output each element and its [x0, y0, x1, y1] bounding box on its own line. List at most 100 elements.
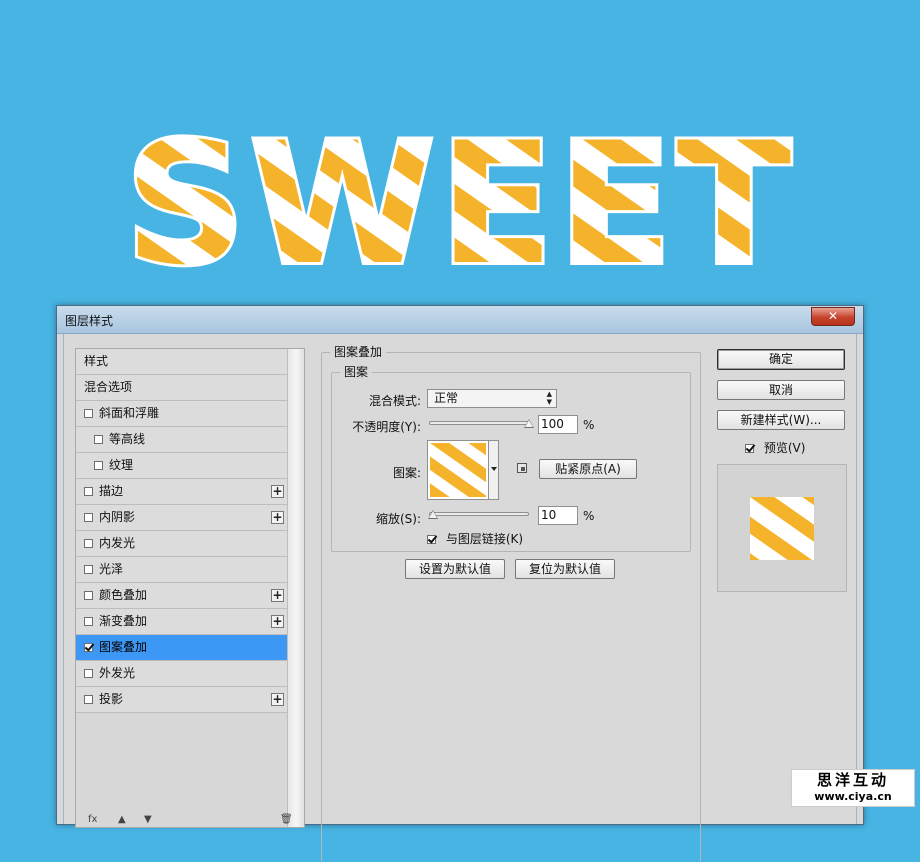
style-item-checkbox[interactable]	[84, 513, 93, 522]
preview-option[interactable]: 预览(V)	[745, 439, 805, 455]
opacity-slider-thumb[interactable]	[524, 419, 534, 428]
style-item-label: 光泽	[99, 562, 124, 576]
style-item[interactable]: 颜色叠加 +	[76, 583, 288, 609]
style-item[interactable]: 内阴影 +	[76, 505, 288, 531]
style-list-panel: 样式混合选项斜面和浮雕等高线纹理描边 + 内阴影 + 内发光光泽颜色叠加 + 渐变叠加 + 图案…	[75, 348, 305, 828]
scale-input[interactable]: 10	[538, 506, 578, 525]
reset-default-button[interactable]: 复位为默认值	[515, 559, 615, 579]
style-item-checkbox[interactable]	[84, 617, 93, 626]
arrow-down-icon[interactable]: ▼	[144, 814, 152, 825]
style-item-checkbox[interactable]	[84, 487, 93, 496]
select-arrows-icon: ▲ ▼	[546, 390, 552, 406]
set-default-button[interactable]: 设置为默认值	[405, 559, 505, 579]
site-watermark: 思洋互动 www.ciya.cn	[791, 769, 915, 807]
style-item[interactable]: 混合选项	[76, 375, 288, 401]
style-item[interactable]: 光泽	[76, 557, 288, 583]
style-item-checkbox[interactable]	[94, 461, 103, 470]
style-item-checkbox[interactable]	[84, 591, 93, 600]
close-button[interactable]: ✕	[811, 307, 855, 326]
preview-thumbnail	[750, 497, 814, 560]
style-list: 样式混合选项斜面和浮雕等高线纹理描边 + 内阴影 + 内发光光泽颜色叠加 + 渐变叠加 + 图案…	[76, 349, 288, 713]
preview-label: 预览(V)	[763, 441, 806, 455]
trash-icon[interactable]: 🗑	[280, 814, 293, 825]
style-item[interactable]: 内发光	[76, 531, 288, 557]
style-list-footer: fx ▲ ▼ 🗑	[84, 811, 293, 825]
style-item-label: 样式	[84, 354, 109, 368]
style-item-label: 投影	[99, 692, 124, 706]
style-item[interactable]: 等高线	[76, 427, 288, 453]
style-item-label: 等高线	[109, 432, 146, 446]
blend-mode-value: 正常	[434, 391, 459, 405]
scale-slider-track[interactable]	[429, 512, 529, 516]
style-list-scrollbar[interactable]	[287, 349, 304, 827]
style-preview	[717, 464, 847, 592]
style-item-label: 描边	[99, 484, 124, 498]
frame-edge	[856, 334, 857, 824]
style-item-label: 渐变叠加	[99, 614, 148, 628]
opacity-slider-track[interactable]	[429, 421, 529, 425]
scale-unit: %	[583, 509, 595, 523]
style-item[interactable]: 图案叠加	[76, 635, 288, 661]
style-item[interactable]: 纹理	[76, 453, 288, 479]
close-x-icon: ✕	[827, 309, 839, 323]
ok-button[interactable]: 确定	[717, 349, 845, 370]
style-item-label: 斜面和浮雕	[99, 406, 160, 420]
style-item[interactable]: 样式	[76, 349, 288, 375]
style-item-checkbox[interactable]	[84, 565, 93, 574]
fx-icon[interactable]: fx	[88, 814, 97, 825]
style-item-checkbox[interactable]	[84, 643, 93, 652]
opacity-input[interactable]: 100	[538, 415, 578, 434]
arrow-up-icon[interactable]: ▲	[118, 814, 126, 825]
watermark-url: www.ciya.cn	[814, 790, 892, 803]
link-with-layer-checkbox[interactable]	[427, 535, 436, 544]
style-item-label: 纹理	[109, 458, 134, 472]
opacity-unit: %	[583, 418, 595, 432]
add-effect-plus-icon[interactable]: +	[271, 615, 284, 628]
pattern-picker-dropdown[interactable]	[489, 440, 499, 500]
style-item-checkbox[interactable]	[84, 695, 93, 704]
preview-checkbox[interactable]	[745, 444, 754, 453]
style-item[interactable]: 斜面和浮雕	[76, 401, 288, 427]
title-bar[interactable]: 图层样式 ✕	[57, 306, 863, 334]
sweet-text: SWEET	[125, 106, 795, 300]
pattern-label: 图案:	[392, 466, 421, 480]
dialog-title: 图层样式	[65, 314, 114, 328]
scale-slider-thumb[interactable]	[428, 510, 438, 519]
style-item-label: 图案叠加	[99, 640, 148, 654]
style-item[interactable]: 描边 +	[76, 479, 288, 505]
style-item-label: 颜色叠加	[99, 588, 148, 602]
blend-mode-label: 混合模式:	[368, 394, 421, 408]
blend-mode-select[interactable]: 正常 ▲ ▼	[427, 389, 557, 408]
pattern-subgroup-title: 图案	[340, 365, 373, 379]
style-item-label: 内发光	[99, 536, 136, 550]
style-item[interactable]: 外发光	[76, 661, 288, 687]
stripe-pattern-thumbnail	[430, 443, 486, 497]
frame-edge	[63, 334, 64, 824]
add-effect-plus-icon[interactable]: +	[271, 589, 284, 602]
style-item-label: 外发光	[99, 666, 136, 680]
style-item-label: 混合选项	[84, 380, 133, 394]
style-item[interactable]: 投影 +	[76, 687, 288, 713]
create-new-preset-icon[interactable]	[517, 463, 527, 473]
add-effect-plus-icon[interactable]: +	[271, 693, 284, 706]
pattern-swatch[interactable]	[427, 440, 489, 500]
style-item-label: 内阴影	[99, 510, 136, 524]
snap-to-origin-button[interactable]: 贴紧原点(A)	[539, 459, 637, 479]
sweet-artwork: SWEET	[122, 103, 795, 300]
style-item-checkbox[interactable]	[84, 669, 93, 678]
style-item-checkbox[interactable]	[84, 539, 93, 548]
scale-label: 缩放(S):	[375, 512, 421, 526]
layer-style-dialog: 图层样式 ✕ 样式混合选项斜面和浮雕等高线纹理描边 + 内阴影 + 内发光光泽颜色叠加 +…	[56, 305, 864, 862]
link-with-layer-label: 与图层链接(K)	[445, 532, 524, 546]
watermark-brand: 思洋互动	[816, 771, 889, 789]
pattern-overlay-title: 图案叠加	[330, 345, 387, 359]
cancel-button[interactable]: 取消	[717, 380, 845, 400]
opacity-label: 不透明度(Y):	[352, 420, 421, 434]
style-item-checkbox[interactable]	[94, 435, 103, 444]
add-effect-plus-icon[interactable]: +	[271, 485, 284, 498]
link-with-layer-option[interactable]: 与图层链接(K)	[427, 530, 523, 546]
style-item-checkbox[interactable]	[84, 409, 93, 418]
style-item[interactable]: 渐变叠加 +	[76, 609, 288, 635]
add-effect-plus-icon[interactable]: +	[271, 511, 284, 524]
new-style-button[interactable]: 新建样式(W)...	[717, 410, 845, 430]
